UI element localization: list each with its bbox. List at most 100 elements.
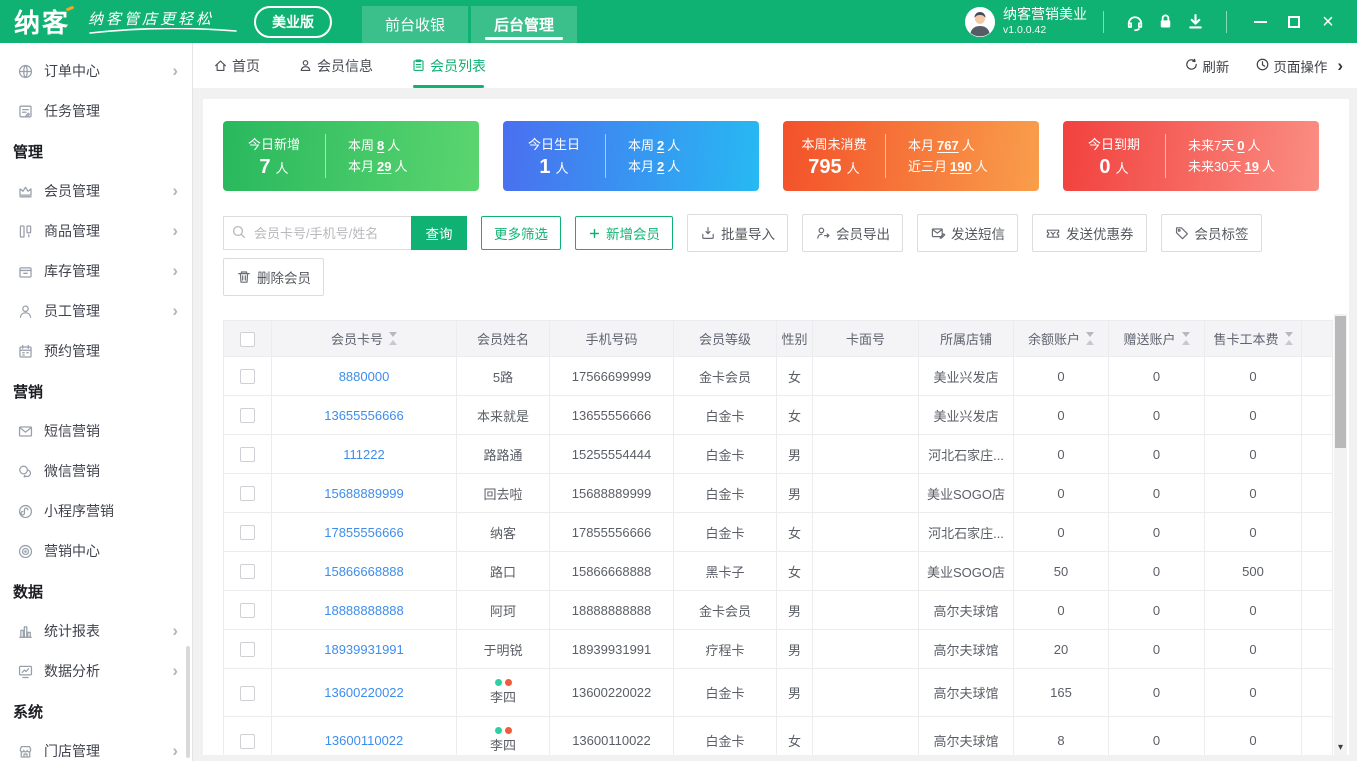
member-card-link[interactable]: 15688889999: [324, 486, 404, 501]
more-filter-button[interactable]: 更多筛选: [481, 216, 561, 250]
cell-card-face: [812, 716, 919, 755]
send-sms-button[interactable]: 发送短信: [917, 214, 1018, 252]
send-coupon-button[interactable]: 发送优惠券: [1032, 214, 1147, 252]
chevron-right-icon: ›: [172, 221, 178, 240]
sort-icon[interactable]: [389, 332, 397, 345]
cell-store: 美业SOGO店: [918, 473, 1014, 513]
sidebar-item-wechat-marketing[interactable]: 微信营销: [0, 451, 192, 491]
cell-level: 黑卡子: [673, 551, 777, 591]
row-checkbox[interactable]: [240, 685, 255, 701]
column-header-card_no: 会员卡号: [271, 320, 457, 357]
select-all-checkbox[interactable]: [240, 331, 255, 347]
member-card-link[interactable]: 13600220022: [324, 685, 404, 700]
app-logo: 纳客: [14, 3, 70, 40]
barchart-icon: [17, 623, 34, 640]
send-sms-icon: [930, 225, 946, 241]
sidebar-item-data-analysis[interactable]: 数据分析 ›: [0, 651, 192, 691]
member-card-link[interactable]: 13655556666: [324, 408, 404, 423]
sidebar-item-member-manage[interactable]: 会员管理 ›: [0, 171, 192, 211]
sidebar-item-miniapp-marketing[interactable]: 小程序营销: [0, 491, 192, 531]
sidebar-item-order-center[interactable]: 订单中心 ›: [0, 51, 192, 91]
member-name: 回去啦: [483, 486, 523, 502]
sidebar-item-stats-report[interactable]: 统计报表 ›: [0, 611, 192, 651]
cell-name: 阿珂: [456, 590, 550, 630]
lock-icon[interactable]: [1150, 12, 1180, 31]
sidebar-item-booking-manage[interactable]: 预约管理: [0, 331, 192, 371]
member-card-link[interactable]: 18888888888: [324, 603, 404, 618]
row-checkbox[interactable]: [240, 733, 255, 749]
trash-icon: [236, 269, 252, 285]
row-checkbox[interactable]: [240, 642, 255, 658]
close-button[interactable]: ×: [1311, 0, 1345, 43]
member-card-link[interactable]: 18939931991: [324, 642, 404, 657]
member-card-link[interactable]: 111222: [343, 447, 384, 462]
cell-gender: 男: [776, 434, 813, 474]
sidebar-scrollbar[interactable]: [186, 646, 190, 758]
search-group: 查询: [223, 216, 467, 250]
row-checkbox[interactable]: [240, 486, 255, 502]
member-card-link[interactable]: 13600110022: [325, 733, 404, 748]
maximize-button[interactable]: [1277, 0, 1311, 43]
chevron-right-icon[interactable]: ›: [1337, 56, 1343, 76]
tab-member-info[interactable]: 会员信息: [298, 43, 373, 88]
customer-service-icon[interactable]: [1120, 12, 1150, 32]
row-checkbox[interactable]: [240, 564, 255, 580]
add-member-button[interactable]: 新增会员: [575, 216, 673, 250]
cell-phone: 13600110022: [549, 716, 674, 755]
sidebar-item-staff-manage[interactable]: 员工管理 ›: [0, 291, 192, 331]
row-checkbox[interactable]: [240, 603, 255, 619]
tab-home[interactable]: 首页: [213, 43, 260, 88]
refresh-button[interactable]: 刷新: [1184, 56, 1229, 76]
user-block[interactable]: 纳客营销美业 v1.0.0.42: [1003, 6, 1087, 37]
sidebar-item-goods-manage[interactable]: 商品管理 ›: [0, 211, 192, 251]
cell-card-fee: 0: [1204, 395, 1302, 435]
member-tag-button[interactable]: 会员标签: [1160, 214, 1262, 252]
home-icon: [213, 58, 228, 73]
minimize-button[interactable]: [1243, 0, 1277, 43]
export-member-button[interactable]: 会员导出: [802, 214, 903, 252]
download-icon[interactable]: [1180, 12, 1210, 31]
cell-name: 纳客: [456, 512, 550, 552]
edition-badge[interactable]: 美业版: [254, 5, 333, 38]
delete-member-button[interactable]: 删除会员: [223, 258, 324, 296]
avatar[interactable]: [965, 6, 995, 37]
scrollbar-thumb[interactable]: [1335, 316, 1346, 448]
cell-level: 白金卡: [673, 668, 777, 717]
tab-member-list[interactable]: 会员列表: [411, 43, 486, 88]
sidebar-item-sms-marketing[interactable]: 短信营销: [0, 411, 192, 451]
sidebar-item-task-manage[interactable]: 任务管理: [0, 91, 192, 131]
member-name: 路口: [489, 564, 516, 580]
row-checkbox[interactable]: [240, 369, 255, 385]
sidebar-item-stock-manage[interactable]: 库存管理 ›: [0, 251, 192, 291]
sort-icon[interactable]: [1086, 332, 1094, 345]
sort-icon[interactable]: [1181, 332, 1190, 345]
sidebar-item-label: 微信营销: [44, 463, 100, 479]
member-card-link[interactable]: 8880000: [339, 369, 390, 384]
cell-gender: 男: [776, 668, 813, 717]
cell-card-no: 111222: [271, 434, 457, 474]
sort-icon[interactable]: [1284, 332, 1293, 345]
row-checkbox[interactable]: [240, 525, 255, 541]
batch-import-button[interactable]: 批量导入: [687, 214, 788, 252]
scrollbar-down-arrow[interactable]: ▾: [1334, 742, 1347, 753]
query-button[interactable]: 查询: [411, 216, 467, 250]
member-card-link[interactable]: 15866668888: [324, 564, 404, 579]
cell-store: 高尔夫球馆: [918, 629, 1014, 669]
table-row: 15688889999 回去啦 15688889999 白金卡男美业SOGO店 0 0 0: [223, 473, 1333, 513]
search-input[interactable]: [223, 216, 411, 250]
row-checkbox[interactable]: [240, 408, 255, 424]
cell-card-face: [812, 512, 919, 552]
sidebar-item-marketing-center[interactable]: 营销中心: [0, 531, 192, 571]
filler-cell: [1301, 473, 1333, 513]
member-card-link[interactable]: 17855556666: [324, 525, 404, 540]
sidebar-item-store-manage[interactable]: 门店管理 ›: [0, 731, 192, 761]
top-nav-backoffice-manage[interactable]: 后台管理: [471, 6, 578, 43]
page-ops-label: 页面操作: [1273, 59, 1328, 75]
table-scrollbar[interactable]: ▾: [1334, 314, 1347, 755]
cell-phone: 18939931991: [549, 629, 674, 669]
tab-label: 会员信息: [317, 57, 373, 74]
row-checkbox[interactable]: [240, 447, 255, 463]
top-nav-cashier-frontend[interactable]: 前台收银: [362, 6, 469, 43]
sidebar-item-label: 营销中心: [44, 543, 100, 559]
page-ops-button[interactable]: 页面操作: [1255, 56, 1327, 76]
